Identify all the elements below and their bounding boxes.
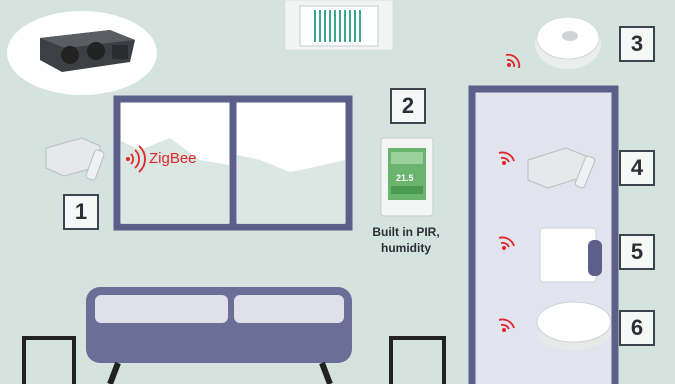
marker-5: 5 <box>619 234 655 270</box>
side-table-left <box>22 336 76 384</box>
sofa <box>86 287 352 384</box>
gateway-hub-icon <box>539 227 602 283</box>
wireless-signal-icon <box>505 53 521 69</box>
ceiling-cassette-icon <box>284 0 394 51</box>
ceiling-sensor-icon <box>535 16 601 69</box>
pir-caption: Built in PIR, humidity <box>356 224 456 256</box>
marker-3: 3 <box>619 26 655 62</box>
marker-4: 4 <box>619 150 655 186</box>
pir-caption-line1: Built in PIR, <box>372 225 440 239</box>
thermostat-display-value: 21.5 <box>396 173 414 183</box>
side-table-right <box>389 336 446 384</box>
ducted-air-unit-icon <box>7 11 157 95</box>
repeater-puck-icon <box>536 301 612 350</box>
marker-2: 2 <box>390 88 426 124</box>
zigbee-label: ZigBee <box>149 150 197 167</box>
marker-1: 1 <box>63 194 99 230</box>
pir-caption-line2: humidity <box>381 241 431 255</box>
marker-6: 6 <box>619 310 655 346</box>
door-sensor-icon <box>45 137 105 181</box>
room-diagram <box>7 0 619 384</box>
